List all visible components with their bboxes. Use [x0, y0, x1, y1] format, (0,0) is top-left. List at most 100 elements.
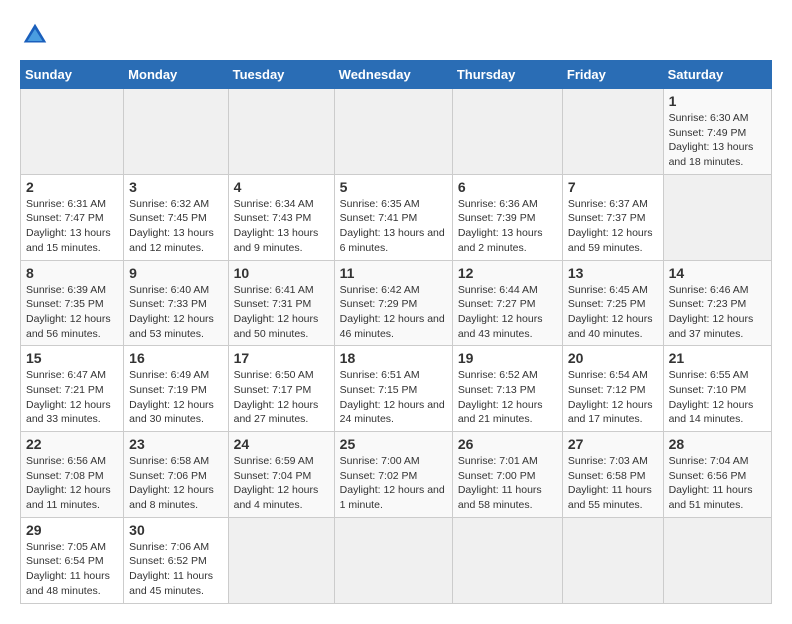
calendar-cell — [562, 517, 663, 603]
calendar-week: 8 Sunrise: 6:39 AMSunset: 7:35 PMDaylight… — [21, 260, 772, 346]
calendar-cell: 4 Sunrise: 6:34 AMSunset: 7:43 PMDaylight… — [228, 174, 334, 260]
calendar-cell: 17 Sunrise: 6:50 AMSunset: 7:17 PMDayligh… — [228, 346, 334, 432]
day-number: 11 — [340, 265, 447, 281]
day-number: 23 — [129, 436, 222, 452]
day-info: Sunrise: 6:31 AMSunset: 7:47 PMDaylight:… — [26, 198, 111, 254]
header-day: Saturday — [663, 61, 771, 89]
day-number: 5 — [340, 179, 447, 195]
calendar-week: 29Sunrise: 7:05 AMSunset: 6:54 PMDayligh… — [21, 517, 772, 603]
day-number: 2 — [26, 179, 118, 195]
calendar-cell: 12 Sunrise: 6:44 AMSunset: 7:27 PMDayligh… — [452, 260, 562, 346]
logo — [20, 20, 54, 50]
logo-icon — [20, 20, 50, 50]
calendar-cell — [663, 517, 771, 603]
calendar-cell: 18 Sunrise: 6:51 AMSunset: 7:15 PMDayligh… — [334, 346, 452, 432]
calendar-cell — [334, 517, 452, 603]
calendar-cell: 11 Sunrise: 6:42 AMSunset: 7:29 PMDayligh… — [334, 260, 452, 346]
calendar-week: 1 Sunrise: 6:30 AMSunset: 7:49 PMDaylight… — [21, 89, 772, 175]
calendar-body: 1 Sunrise: 6:30 AMSunset: 7:49 PMDaylight… — [21, 89, 772, 604]
calendar-cell: 8 Sunrise: 6:39 AMSunset: 7:35 PMDaylight… — [21, 260, 124, 346]
calendar-cell: 28Sunrise: 7:04 AMSunset: 6:56 PMDayligh… — [663, 432, 771, 518]
day-info: Sunrise: 6:51 AMSunset: 7:15 PMDaylight:… — [340, 369, 445, 425]
calendar-cell: 24 Sunrise: 6:59 AMSunset: 7:04 PMDayligh… — [228, 432, 334, 518]
day-number: 4 — [234, 179, 329, 195]
calendar-cell — [228, 89, 334, 175]
day-info: Sunrise: 6:42 AMSunset: 7:29 PMDaylight:… — [340, 284, 445, 340]
day-info: Sunrise: 6:47 AMSunset: 7:21 PMDaylight:… — [26, 369, 111, 425]
day-info: Sunrise: 6:39 AMSunset: 7:35 PMDaylight:… — [26, 284, 111, 340]
calendar-cell: 26Sunrise: 7:01 AMSunset: 7:00 PMDayligh… — [452, 432, 562, 518]
day-number: 17 — [234, 350, 329, 366]
calendar-cell — [452, 89, 562, 175]
day-info: Sunrise: 6:30 AMSunset: 7:49 PMDaylight:… — [669, 112, 754, 168]
day-number: 22 — [26, 436, 118, 452]
calendar-cell: 25Sunrise: 7:00 AMSunset: 7:02 PMDayligh… — [334, 432, 452, 518]
day-number: 30 — [129, 522, 222, 538]
calendar-week: 15 Sunrise: 6:47 AMSunset: 7:21 PMDayligh… — [21, 346, 772, 432]
day-number: 15 — [26, 350, 118, 366]
header-day: Thursday — [452, 61, 562, 89]
calendar-week: 2 Sunrise: 6:31 AMSunset: 7:47 PMDaylight… — [21, 174, 772, 260]
header-day: Monday — [124, 61, 228, 89]
day-info: Sunrise: 6:35 AMSunset: 7:41 PMDaylight:… — [340, 198, 445, 254]
calendar-cell: 14 Sunrise: 6:46 AMSunset: 7:23 PMDayligh… — [663, 260, 771, 346]
day-info: Sunrise: 6:50 AMSunset: 7:17 PMDaylight:… — [234, 369, 319, 425]
calendar-cell — [452, 517, 562, 603]
day-number: 18 — [340, 350, 447, 366]
day-number: 13 — [568, 265, 658, 281]
calendar-cell: 15 Sunrise: 6:47 AMSunset: 7:21 PMDayligh… — [21, 346, 124, 432]
day-info: Sunrise: 6:55 AMSunset: 7:10 PMDaylight:… — [669, 369, 754, 425]
page-header — [20, 20, 772, 50]
calendar-cell: 3Sunrise: 6:32 AMSunset: 7:45 PMDaylight… — [124, 174, 228, 260]
day-info: Sunrise: 7:04 AMSunset: 6:56 PMDaylight:… — [669, 455, 753, 511]
day-number: 20 — [568, 350, 658, 366]
day-info: Sunrise: 6:59 AMSunset: 7:04 PMDaylight:… — [234, 455, 319, 511]
calendar-header: SundayMondayTuesdayWednesdayThursdayFrid… — [21, 61, 772, 89]
day-info: Sunrise: 6:46 AMSunset: 7:23 PMDaylight:… — [669, 284, 754, 340]
day-info: Sunrise: 7:00 AMSunset: 7:02 PMDaylight:… — [340, 455, 445, 511]
calendar-table: SundayMondayTuesdayWednesdayThursdayFrid… — [20, 60, 772, 604]
day-number: 19 — [458, 350, 557, 366]
calendar-cell — [228, 517, 334, 603]
day-info: Sunrise: 6:37 AMSunset: 7:37 PMDaylight:… — [568, 198, 653, 254]
day-info: Sunrise: 7:06 AMSunset: 6:52 PMDaylight:… — [129, 541, 213, 597]
calendar-cell: 5 Sunrise: 6:35 AMSunset: 7:41 PMDaylight… — [334, 174, 452, 260]
calendar-cell: 19Sunrise: 6:52 AMSunset: 7:13 PMDayligh… — [452, 346, 562, 432]
day-number: 16 — [129, 350, 222, 366]
day-number: 29 — [26, 522, 118, 538]
day-info: Sunrise: 6:40 AMSunset: 7:33 PMDaylight:… — [129, 284, 214, 340]
day-number: 24 — [234, 436, 329, 452]
calendar-cell: 23Sunrise: 6:58 AMSunset: 7:06 PMDayligh… — [124, 432, 228, 518]
day-info: Sunrise: 6:44 AMSunset: 7:27 PMDaylight:… — [458, 284, 543, 340]
day-number: 14 — [669, 265, 766, 281]
day-info: Sunrise: 6:45 AMSunset: 7:25 PMDaylight:… — [568, 284, 653, 340]
calendar-cell: 16 Sunrise: 6:49 AMSunset: 7:19 PMDayligh… — [124, 346, 228, 432]
header-day: Wednesday — [334, 61, 452, 89]
day-info: Sunrise: 7:01 AMSunset: 7:00 PMDaylight:… — [458, 455, 542, 511]
day-number: 1 — [669, 93, 766, 109]
calendar-cell — [334, 89, 452, 175]
day-number: 21 — [669, 350, 766, 366]
calendar-cell — [562, 89, 663, 175]
calendar-cell: 30 Sunrise: 7:06 AMSunset: 6:52 PMDayligh… — [124, 517, 228, 603]
calendar-cell: 2 Sunrise: 6:31 AMSunset: 7:47 PMDaylight… — [21, 174, 124, 260]
calendar-cell: 6 Sunrise: 6:36 AMSunset: 7:39 PMDaylight… — [452, 174, 562, 260]
day-number: 10 — [234, 265, 329, 281]
calendar-week: 22Sunrise: 6:56 AMSunset: 7:08 PMDayligh… — [21, 432, 772, 518]
day-info: Sunrise: 6:34 AMSunset: 7:43 PMDaylight:… — [234, 198, 319, 254]
day-info: Sunrise: 6:36 AMSunset: 7:39 PMDaylight:… — [458, 198, 543, 254]
day-number: 8 — [26, 265, 118, 281]
day-info: Sunrise: 7:03 AMSunset: 6:58 PMDaylight:… — [568, 455, 652, 511]
calendar-cell: 20 Sunrise: 6:54 AMSunset: 7:12 PMDayligh… — [562, 346, 663, 432]
calendar-cell: 29Sunrise: 7:05 AMSunset: 6:54 PMDayligh… — [21, 517, 124, 603]
day-info: Sunrise: 6:49 AMSunset: 7:19 PMDaylight:… — [129, 369, 214, 425]
day-number: 9 — [129, 265, 222, 281]
day-info: Sunrise: 6:54 AMSunset: 7:12 PMDaylight:… — [568, 369, 653, 425]
header-row: SundayMondayTuesdayWednesdayThursdayFrid… — [21, 61, 772, 89]
day-number: 6 — [458, 179, 557, 195]
day-number: 7 — [568, 179, 658, 195]
calendar-cell — [21, 89, 124, 175]
day-info: Sunrise: 6:32 AMSunset: 7:45 PMDaylight:… — [129, 198, 214, 254]
day-number: 12 — [458, 265, 557, 281]
header-day: Tuesday — [228, 61, 334, 89]
